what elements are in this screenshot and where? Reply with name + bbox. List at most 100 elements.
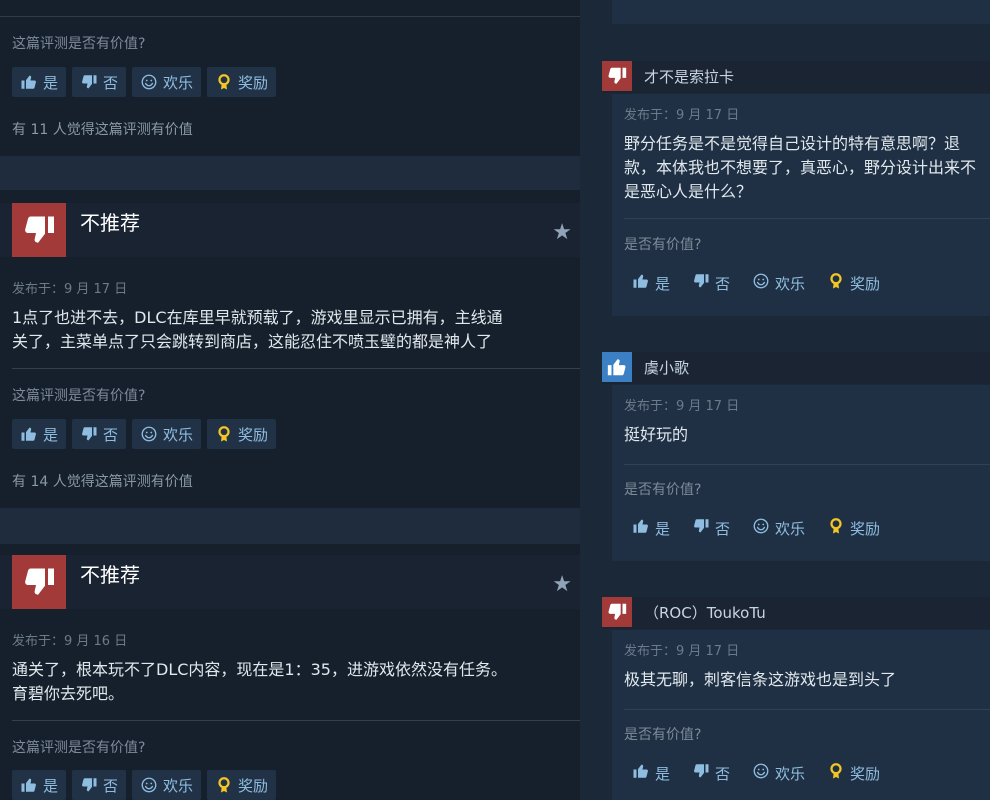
comment-body: 挺好玩的 xyxy=(624,423,990,447)
vote-funny-button[interactable]: 欢乐 xyxy=(744,513,813,543)
comment-line: 极其无聊，刺客信条这游戏也是到头了 xyxy=(624,670,897,689)
helpful-question: 这篇评测是否有价值? xyxy=(12,740,146,756)
comment-line: 野分任务是不是觉得自己设计的特有意思啊？退 xyxy=(624,134,961,153)
smiley-icon xyxy=(752,517,770,539)
vote-buttons: 是 否 欢乐 奖励 xyxy=(12,419,277,449)
vote-no-button[interactable]: 否 xyxy=(684,758,738,788)
vote-no-button[interactable]: 否 xyxy=(684,268,738,298)
vote-yes-button[interactable]: 是 xyxy=(12,770,67,800)
posted-date: 发布于：9 月 17 日 xyxy=(12,282,128,297)
vote-buttons: 是 否 欢乐 奖励 xyxy=(12,770,277,800)
comments-column: 才不是索拉卡 发布于：9 月 17 日 野分任务是不是觉得自己设计的特有意思啊？… xyxy=(602,0,990,800)
vote-funny-button[interactable]: 欢乐 xyxy=(132,419,202,449)
award-button[interactable]: 奖励 xyxy=(819,513,888,543)
comment-body: 极其无聊，刺客信条这游戏也是到头了 xyxy=(624,668,990,692)
review-body: 通关了，根本玩不了DLC内容，现在是1：35，进游戏依然没有任务。 育碧你去死吧… xyxy=(12,658,570,706)
thumbs-down-icon xyxy=(80,425,98,443)
award-icon xyxy=(215,425,233,443)
thumbs-down-icon xyxy=(12,203,66,257)
comment-header: 虞小歌 xyxy=(602,352,990,384)
vote-yes-button[interactable]: 是 xyxy=(624,513,678,543)
award-icon xyxy=(215,776,233,794)
comment-card: 发布于：9 月 17 日 极其无聊，刺客信条这游戏也是到头了 是否有价值? 是 … xyxy=(612,630,990,800)
vote-funny-button[interactable]: 欢乐 xyxy=(132,770,202,800)
review-verdict: 不推荐 xyxy=(80,211,140,235)
helpful-question: 是否有价值? xyxy=(624,237,702,253)
comment-card: 发布于：9 月 17 日 挺好玩的 是否有价值? 是 否 欢乐 奖励 xyxy=(612,385,990,561)
review-line: 育碧你去死吧。 xyxy=(12,684,125,703)
review-header: 不推荐 ★ xyxy=(0,555,580,609)
review-verdict: 不推荐 xyxy=(80,563,140,587)
comment-body: 野分任务是不是觉得自己设计的特有意思啊？退 款，本体我也不想要了，真恶心，野分设… xyxy=(624,132,990,204)
thumbs-down-icon xyxy=(692,272,710,294)
divider xyxy=(624,218,990,219)
star-icon[interactable]: ★ xyxy=(552,572,572,597)
review-separator-strip xyxy=(0,508,580,544)
award-icon xyxy=(215,73,233,91)
vote-buttons: 是 否 欢乐 奖励 xyxy=(624,513,888,543)
comment-line: 是恶心人是什么？ xyxy=(624,182,753,201)
comment-header: 才不是索拉卡 xyxy=(602,61,990,93)
thumbs-up-icon xyxy=(632,762,650,784)
award-button[interactable]: 奖励 xyxy=(819,758,888,788)
thumbs-up-icon xyxy=(632,517,650,539)
posted-date: 发布于：9 月 16 日 xyxy=(12,634,128,649)
comment-username[interactable]: （ROC）ToukoTu xyxy=(644,602,766,623)
vote-no-button[interactable]: 否 xyxy=(684,513,738,543)
divider xyxy=(12,368,580,369)
thumbs-down-icon xyxy=(692,517,710,539)
vote-no-button[interactable]: 否 xyxy=(72,770,127,800)
smiley-icon xyxy=(752,272,770,294)
vote-yes-button[interactable]: 是 xyxy=(12,419,67,449)
review-body: 1点了也进不去，DLC在库里早就预载了，游戏里显示已拥有，主线通 关了，主菜单点… xyxy=(12,306,570,354)
comment-card-partial xyxy=(612,0,990,24)
thumbs-down-icon xyxy=(80,73,98,91)
award-button[interactable]: 奖励 xyxy=(207,770,277,800)
review-line: 关了，主菜单点了只会跳转到商店，这能忍住不喷玉璧的都是神人了 xyxy=(12,332,493,351)
helpful-question: 是否有价值? xyxy=(624,482,702,498)
comment-header: （ROC）ToukoTu xyxy=(602,597,990,629)
comment-username[interactable]: 虞小歌 xyxy=(644,357,689,378)
thumbs-up-icon xyxy=(632,272,650,294)
review-list-column: 这篇评测是否有价值? 是 否 欢乐 奖励 有 11 人觉得这篇评测有价值 不推荐… xyxy=(0,0,580,800)
vote-funny-button[interactable]: 欢乐 xyxy=(744,758,813,788)
vote-no-button[interactable]: 否 xyxy=(72,67,127,97)
vote-funny-button[interactable]: 欢乐 xyxy=(744,268,813,298)
vote-yes-button[interactable]: 是 xyxy=(624,758,678,788)
divider xyxy=(624,464,990,465)
comment-line: 款，本体我也不想要了，真恶心，野分设计出来不 xyxy=(624,158,977,177)
thumbs-up-icon xyxy=(20,425,38,443)
award-button[interactable]: 奖励 xyxy=(207,419,277,449)
divider xyxy=(0,16,580,17)
award-button[interactable]: 奖励 xyxy=(819,268,888,298)
award-icon xyxy=(827,762,845,784)
smiley-icon xyxy=(140,425,158,443)
vote-funny-button[interactable]: 欢乐 xyxy=(132,67,202,97)
divider xyxy=(624,709,990,710)
column-gap xyxy=(580,0,602,800)
star-icon[interactable]: ★ xyxy=(552,220,572,245)
comment-username[interactable]: 才不是索拉卡 xyxy=(644,66,734,87)
smiley-icon xyxy=(140,776,158,794)
vote-yes-button[interactable]: 是 xyxy=(12,67,67,97)
comment-line: 挺好玩的 xyxy=(624,425,689,444)
smiley-icon xyxy=(140,73,158,91)
divider xyxy=(12,720,580,721)
helpful-question: 这篇评测是否有价值? xyxy=(12,36,146,52)
vote-buttons: 是 否 欢乐 奖励 xyxy=(12,67,277,97)
vote-yes-button[interactable]: 是 xyxy=(624,268,678,298)
comment-card: 发布于：9 月 17 日 野分任务是不是觉得自己设计的特有意思啊？退 款，本体我… xyxy=(612,94,990,316)
thumbs-up-icon xyxy=(20,776,38,794)
posted-date: 发布于：9 月 17 日 xyxy=(624,108,740,123)
vote-buttons: 是 否 欢乐 奖励 xyxy=(624,758,888,788)
thumbs-up-icon xyxy=(602,352,632,382)
award-button[interactable]: 奖励 xyxy=(207,67,277,97)
vote-buttons: 是 否 欢乐 奖励 xyxy=(624,268,888,298)
thumbs-down-icon xyxy=(602,597,632,627)
smiley-icon xyxy=(752,762,770,784)
award-icon xyxy=(827,272,845,294)
vote-no-button[interactable]: 否 xyxy=(72,419,127,449)
thumbs-down-icon xyxy=(692,762,710,784)
award-icon xyxy=(827,517,845,539)
review-header: 不推荐 ★ xyxy=(0,203,580,257)
